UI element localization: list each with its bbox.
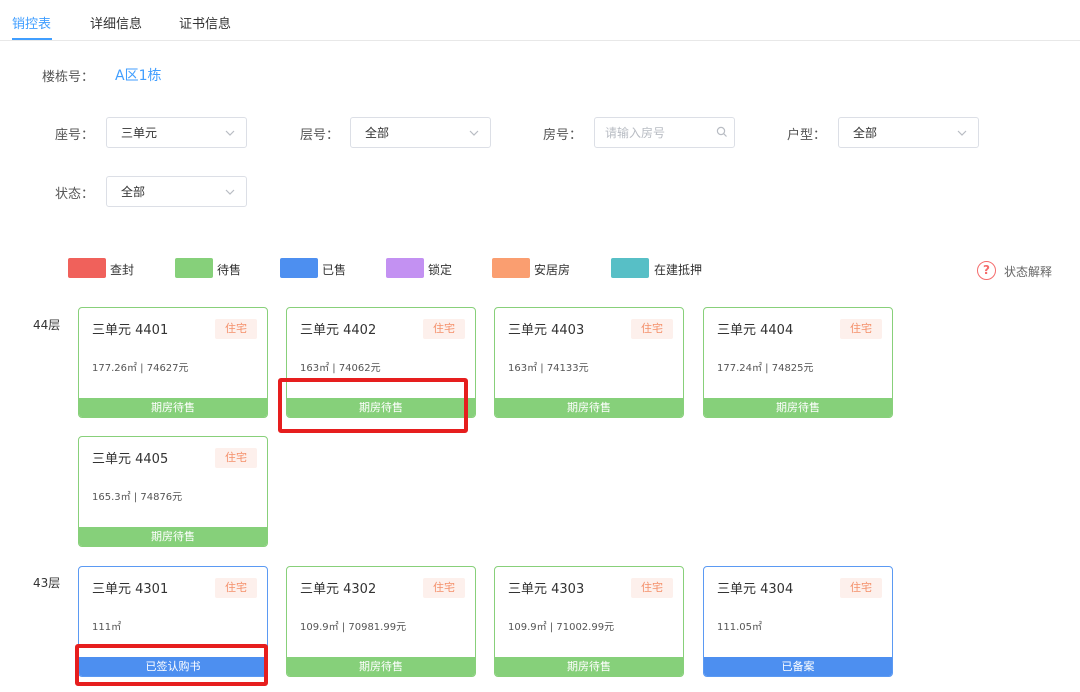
chevron-down-icon (957, 130, 967, 136)
unit-type-tag: 住宅 (423, 319, 465, 339)
unit-title: 三单元 4404 (717, 323, 794, 338)
tab-sales-control[interactable]: 销控表 (12, 13, 51, 32)
unit-title: 三单元 4401 (92, 323, 169, 338)
room-filter-label: 房号： (543, 128, 583, 143)
floor-select[interactable]: 全部 (350, 117, 491, 148)
unit-type-tag: 住宅 (631, 578, 673, 598)
unit-select-value: 三单元 (121, 126, 158, 140)
tab-bar: 销控表 详细信息 证书信息 (0, 0, 1080, 41)
unit-type-tag: 住宅 (215, 578, 257, 598)
floor-label: 44层 (33, 318, 61, 332)
unit-title: 三单元 4302 (300, 582, 377, 597)
unit-title: 三单元 4403 (508, 323, 585, 338)
legend-label: 在建抵押 (654, 263, 703, 277)
legend-label: 查封 (110, 263, 135, 277)
unit-area-price: 177.26㎡ | 74627元 (92, 363, 189, 374)
unit-card-4405[interactable]: 三单元 4405 住宅 165.3㎡ | 74876元 期房待售 (78, 436, 268, 547)
unit-status-bar: 已备案 (704, 657, 892, 676)
status-explanation-label: 状态解释 (1004, 265, 1053, 279)
legend-swatch (175, 258, 213, 278)
unit-area-price: 109.9㎡ | 70981.99元 (300, 622, 407, 633)
building-value-link[interactable]: A区1栋 (115, 65, 161, 85)
tab-certificates[interactable]: 证书信息 (179, 13, 231, 32)
unit-status-bar: 期房待售 (79, 398, 267, 417)
unit-select[interactable]: 三单元 (106, 117, 247, 148)
unit-card-4403[interactable]: 三单元 4403 住宅 163㎡ | 74133元 期房待售 (494, 307, 684, 418)
building-label: 楼栋号： (42, 70, 95, 85)
legend-swatch (386, 258, 424, 278)
unit-type-tag: 住宅 (631, 319, 673, 339)
unit-card-4401[interactable]: 三单元 4401 住宅 177.26㎡ | 74627元 期房待售 (78, 307, 268, 418)
legend-label: 锁定 (428, 263, 453, 277)
unit-status-bar: 期房待售 (287, 398, 475, 417)
unit-card-4402[interactable]: 三单元 4402 住宅 163㎡ | 74062元 期房待售 (286, 307, 476, 418)
unit-status-bar: 期房待售 (495, 398, 683, 417)
search-icon[interactable] (716, 126, 728, 138)
unit-area-price: 165.3㎡ | 74876元 (92, 492, 183, 503)
unit-area-price: 109.9㎡ | 71002.99元 (508, 622, 615, 633)
legend-label: 安居房 (534, 263, 571, 277)
unit-card-4304[interactable]: 三单元 4304 住宅 111.05㎡ 已备案 (703, 566, 893, 677)
chevron-down-icon (469, 130, 479, 136)
unit-type-tag: 住宅 (215, 319, 257, 339)
unit-area-price: 177.24㎡ | 74825元 (717, 363, 814, 374)
unit-filter-label: 座号： (55, 128, 95, 143)
legend-swatch (280, 258, 318, 278)
unit-status-bar: 期房待售 (287, 657, 475, 676)
unit-area-price: 111㎡ (92, 622, 122, 633)
unit-type-tag: 住宅 (840, 578, 882, 598)
unit-card-4301[interactable]: 三单元 4301 住宅 111㎡ 已签认购书 (78, 566, 268, 677)
legend-swatch (611, 258, 649, 278)
unit-area-price: 111.05㎡ (717, 622, 762, 633)
status-select-value: 全部 (121, 185, 146, 199)
question-circle-icon: ? (977, 261, 996, 280)
unit-card-4404[interactable]: 三单元 4404 住宅 177.24㎡ | 74825元 期房待售 (703, 307, 893, 418)
tab-details[interactable]: 详细信息 (90, 13, 142, 32)
unit-type-tag: 住宅 (215, 448, 257, 468)
room-search-input[interactable] (603, 122, 713, 144)
unit-status-bar: 已签认购书 (79, 657, 267, 676)
unit-title: 三单元 4405 (92, 452, 169, 467)
unit-card-4302[interactable]: 三单元 4302 住宅 109.9㎡ | 70981.99元 期房待售 (286, 566, 476, 677)
status-filter-label: 状态： (55, 187, 95, 202)
legend-label: 待售 (217, 263, 242, 277)
layout-filter-label: 户型： (787, 128, 827, 143)
floor-select-value: 全部 (365, 126, 390, 140)
unit-status-bar: 期房待售 (79, 527, 267, 546)
legend-swatch (68, 258, 106, 278)
room-search-box (594, 117, 735, 148)
legend-swatch (492, 258, 530, 278)
floor-label: 43层 (33, 576, 61, 590)
unit-title: 三单元 4301 (92, 582, 169, 597)
unit-status-bar: 期房待售 (495, 657, 683, 676)
unit-card-4303[interactable]: 三单元 4303 住宅 109.9㎡ | 71002.99元 期房待售 (494, 566, 684, 677)
legend-label: 已售 (322, 263, 347, 277)
unit-area-price: 163㎡ | 74062元 (300, 363, 381, 374)
active-tab-indicator (12, 38, 52, 40)
unit-type-tag: 住宅 (423, 578, 465, 598)
floor-filter-label: 层号： (300, 128, 340, 143)
unit-title: 三单元 4303 (508, 582, 585, 597)
chevron-down-icon (225, 130, 235, 136)
chevron-down-icon (225, 189, 235, 195)
unit-type-tag: 住宅 (840, 319, 882, 339)
layout-select-value: 全部 (853, 126, 878, 140)
layout-select[interactable]: 全部 (838, 117, 979, 148)
unit-title: 三单元 4402 (300, 323, 377, 338)
unit-area-price: 163㎡ | 74133元 (508, 363, 589, 374)
status-select[interactable]: 全部 (106, 176, 247, 207)
unit-status-bar: 期房待售 (704, 398, 892, 417)
unit-title: 三单元 4304 (717, 582, 794, 597)
